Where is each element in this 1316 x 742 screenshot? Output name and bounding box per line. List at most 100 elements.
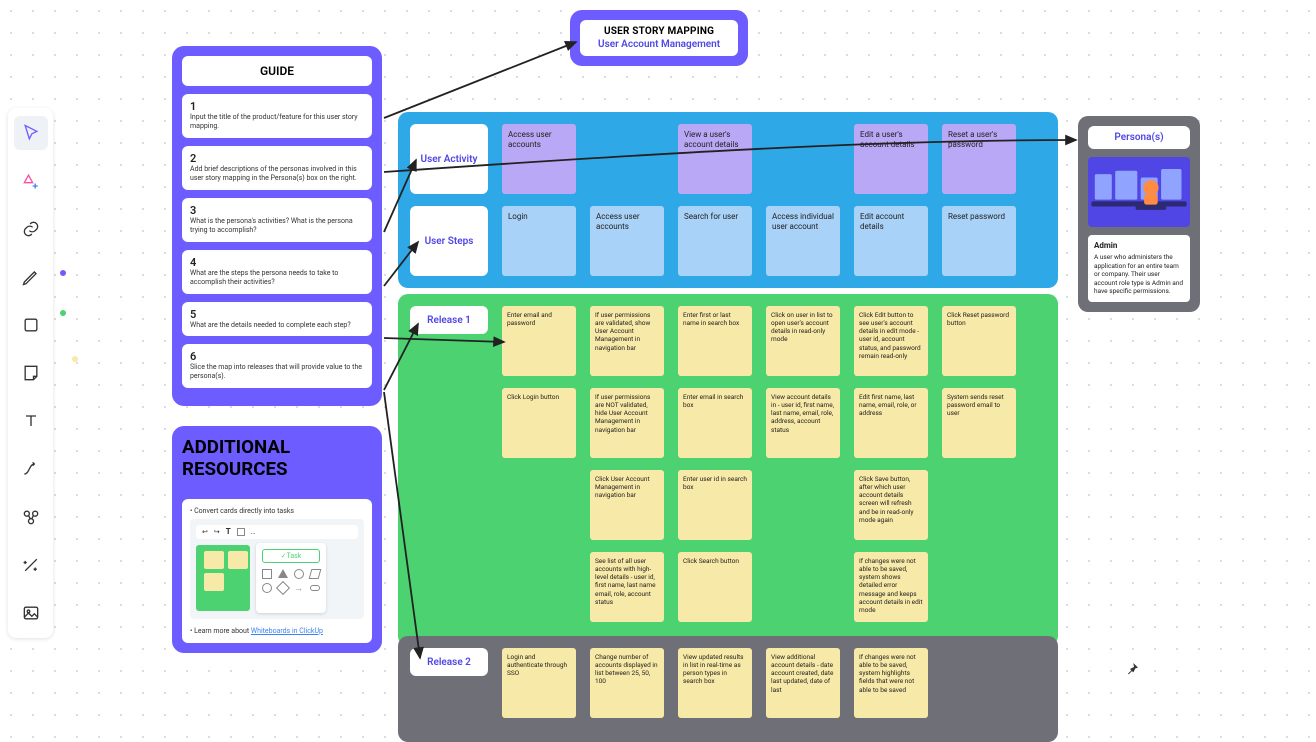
story-card[interactable]: Click Edit button to see user's account … bbox=[854, 306, 928, 376]
story-card[interactable]: Click on user in list to open user's acc… bbox=[766, 306, 840, 376]
guide-step-num: 2 bbox=[190, 152, 364, 165]
guide-step-num: 6 bbox=[190, 350, 364, 363]
dot-yellow bbox=[72, 356, 78, 362]
task-chip-label: Task bbox=[287, 552, 302, 560]
guide-panel[interactable]: GUIDE 1Input the title of the product/fe… bbox=[172, 46, 382, 406]
title-card[interactable]: USER STORY MAPPING User Account Manageme… bbox=[570, 10, 748, 66]
step-card[interactable]: Reset password bbox=[942, 206, 1016, 276]
story-card[interactable]: View additional account details - date a… bbox=[766, 648, 840, 718]
row-label-activity: User Activity bbox=[410, 124, 488, 194]
map-header[interactable]: User Activity Access user accountsView a… bbox=[398, 112, 1058, 288]
story-card[interactable]: Enter email in search box bbox=[678, 388, 752, 458]
note-tool[interactable] bbox=[14, 356, 48, 390]
pen-tool[interactable] bbox=[14, 260, 48, 294]
title-line1: USER STORY MAPPING bbox=[598, 26, 720, 37]
step-card[interactable]: Access user accounts bbox=[590, 206, 664, 276]
persona-name: Admin bbox=[1094, 241, 1184, 251]
release1-block[interactable]: Release 1 Enter email and passwordIf use… bbox=[398, 294, 1058, 646]
guide-step-num: 5 bbox=[190, 308, 364, 321]
image-tool[interactable] bbox=[14, 596, 48, 630]
magic-tool[interactable] bbox=[14, 548, 48, 582]
resources-heading: ADDITIONAL RESOURCES bbox=[182, 436, 372, 480]
step-card[interactable]: Login bbox=[502, 206, 576, 276]
story-empty bbox=[766, 552, 840, 622]
resources-bullet1: Convert cards directly into tasks bbox=[194, 507, 294, 515]
guide-step-3[interactable]: 3What is the persona's activities? What … bbox=[182, 198, 372, 242]
guide-step-num: 3 bbox=[190, 204, 364, 217]
guide-step-6[interactable]: 6Slice the map into releases that will p… bbox=[182, 344, 372, 388]
activity-card[interactable]: Reset a user's password bbox=[942, 124, 1016, 194]
persona-heading: Persona(s) bbox=[1088, 126, 1190, 149]
activity-empty bbox=[766, 124, 840, 194]
release2-block[interactable]: Release 2 Login and authenticate through… bbox=[398, 636, 1058, 742]
story-empty bbox=[942, 470, 1016, 540]
row-label-steps: User Steps bbox=[410, 206, 488, 276]
story-card[interactable]: View account details in - user id, first… bbox=[766, 388, 840, 458]
left-toolbar bbox=[8, 108, 53, 638]
step-card[interactable]: Access individual user account bbox=[766, 206, 840, 276]
guide-step-4[interactable]: 4What are the steps the persona needs to… bbox=[182, 250, 372, 294]
link-tool[interactable] bbox=[14, 212, 48, 246]
guide-step-text: Input the title of the product/feature f… bbox=[190, 113, 364, 132]
story-empty bbox=[942, 552, 1016, 622]
story-card[interactable]: Click User Account Management in navigat… bbox=[590, 470, 664, 540]
story-card[interactable]: Click Login button bbox=[502, 388, 576, 458]
whiteboards-link[interactable]: Whiteboards in ClickUp bbox=[251, 627, 323, 635]
persona-text: A user who administers the application f… bbox=[1094, 253, 1183, 295]
persona-image bbox=[1088, 157, 1190, 227]
story-card[interactable]: If changes were not able to be saved, sy… bbox=[854, 648, 928, 718]
guide-step-5[interactable]: 5What are the details needed to complete… bbox=[182, 302, 372, 336]
guide-step-text: What is the persona's activities? What i… bbox=[190, 217, 364, 236]
shape-tool[interactable] bbox=[14, 308, 48, 342]
story-card[interactable]: Enter first or last name in search box bbox=[678, 306, 752, 376]
guide-step-num: 4 bbox=[190, 256, 364, 269]
story-card[interactable]: Change number of accounts displayed in l… bbox=[590, 648, 664, 718]
guide-heading: GUIDE bbox=[182, 56, 372, 86]
story-card[interactable]: View updated results in list in real-tim… bbox=[678, 648, 752, 718]
activity-card[interactable]: Edit a user's account details bbox=[854, 124, 928, 194]
text-tool[interactable] bbox=[14, 404, 48, 438]
activity-card[interactable]: Access user accounts bbox=[502, 124, 576, 194]
release1-label: Release 1 bbox=[410, 306, 488, 334]
story-card[interactable]: If changes were not able to be saved, sy… bbox=[854, 552, 928, 622]
dot-green bbox=[60, 310, 66, 316]
story-card[interactable]: See list of all user accounts with high-… bbox=[590, 552, 664, 622]
guide-step-text: What are the steps the persona needs to … bbox=[190, 269, 364, 288]
title-line2: User Account Management bbox=[598, 39, 720, 50]
guide-step-2[interactable]: 2Add brief descriptions of the personas … bbox=[182, 146, 372, 190]
persona-desc: Admin A user who administers the applica… bbox=[1088, 235, 1190, 302]
story-card[interactable]: Click Save button, after which user acco… bbox=[854, 470, 928, 540]
dot-purple bbox=[60, 270, 66, 276]
story-card[interactable]: Login and authenticate through SSO bbox=[502, 648, 576, 718]
story-card[interactable]: Enter email and password bbox=[502, 306, 576, 376]
step-card[interactable]: Search for user bbox=[678, 206, 752, 276]
activity-empty bbox=[590, 124, 664, 194]
guide-step-num: 1 bbox=[190, 100, 364, 113]
story-card[interactable]: Click Search button bbox=[678, 552, 752, 622]
story-empty bbox=[942, 648, 1016, 718]
guide-step-text: Slice the map into releases that will pr… bbox=[190, 363, 364, 382]
resources-screenshot: ↩↪ T … ✓ Task → bbox=[190, 519, 364, 619]
persona-panel[interactable]: Persona(s) Admin A user who administers … bbox=[1078, 116, 1200, 312]
connector-tool[interactable] bbox=[14, 452, 48, 486]
shapes-tool[interactable] bbox=[14, 500, 48, 534]
story-empty bbox=[502, 552, 576, 622]
story-card[interactable]: Click Reset password button bbox=[942, 306, 1016, 376]
pin-icon[interactable] bbox=[1124, 661, 1140, 677]
story-card[interactable]: System sends reset password email to use… bbox=[942, 388, 1016, 458]
cursor-tool[interactable] bbox=[14, 116, 48, 150]
step-card[interactable]: Edit account details bbox=[854, 206, 928, 276]
resources-panel[interactable]: ADDITIONAL RESOURCES • Convert cards dir… bbox=[172, 426, 382, 653]
guide-step-text: What are the details needed to complete … bbox=[190, 321, 364, 330]
activity-card[interactable]: View a user's account details bbox=[678, 124, 752, 194]
story-card[interactable]: Edit first name, last name, email, role,… bbox=[854, 388, 928, 458]
guide-step-1[interactable]: 1Input the title of the product/feature … bbox=[182, 94, 372, 138]
story-empty bbox=[502, 470, 576, 540]
add-tool[interactable] bbox=[14, 164, 48, 198]
story-card[interactable]: If user permissions are validated, show … bbox=[590, 306, 664, 376]
resources-bullet2-prefix: Learn more about bbox=[194, 627, 251, 635]
story-card[interactable]: If user permissions are NOT validated, h… bbox=[590, 388, 664, 458]
guide-step-text: Add brief descriptions of the personas i… bbox=[190, 165, 364, 184]
release2-label: Release 2 bbox=[410, 648, 488, 676]
story-card[interactable]: Enter user id in search box bbox=[678, 470, 752, 540]
